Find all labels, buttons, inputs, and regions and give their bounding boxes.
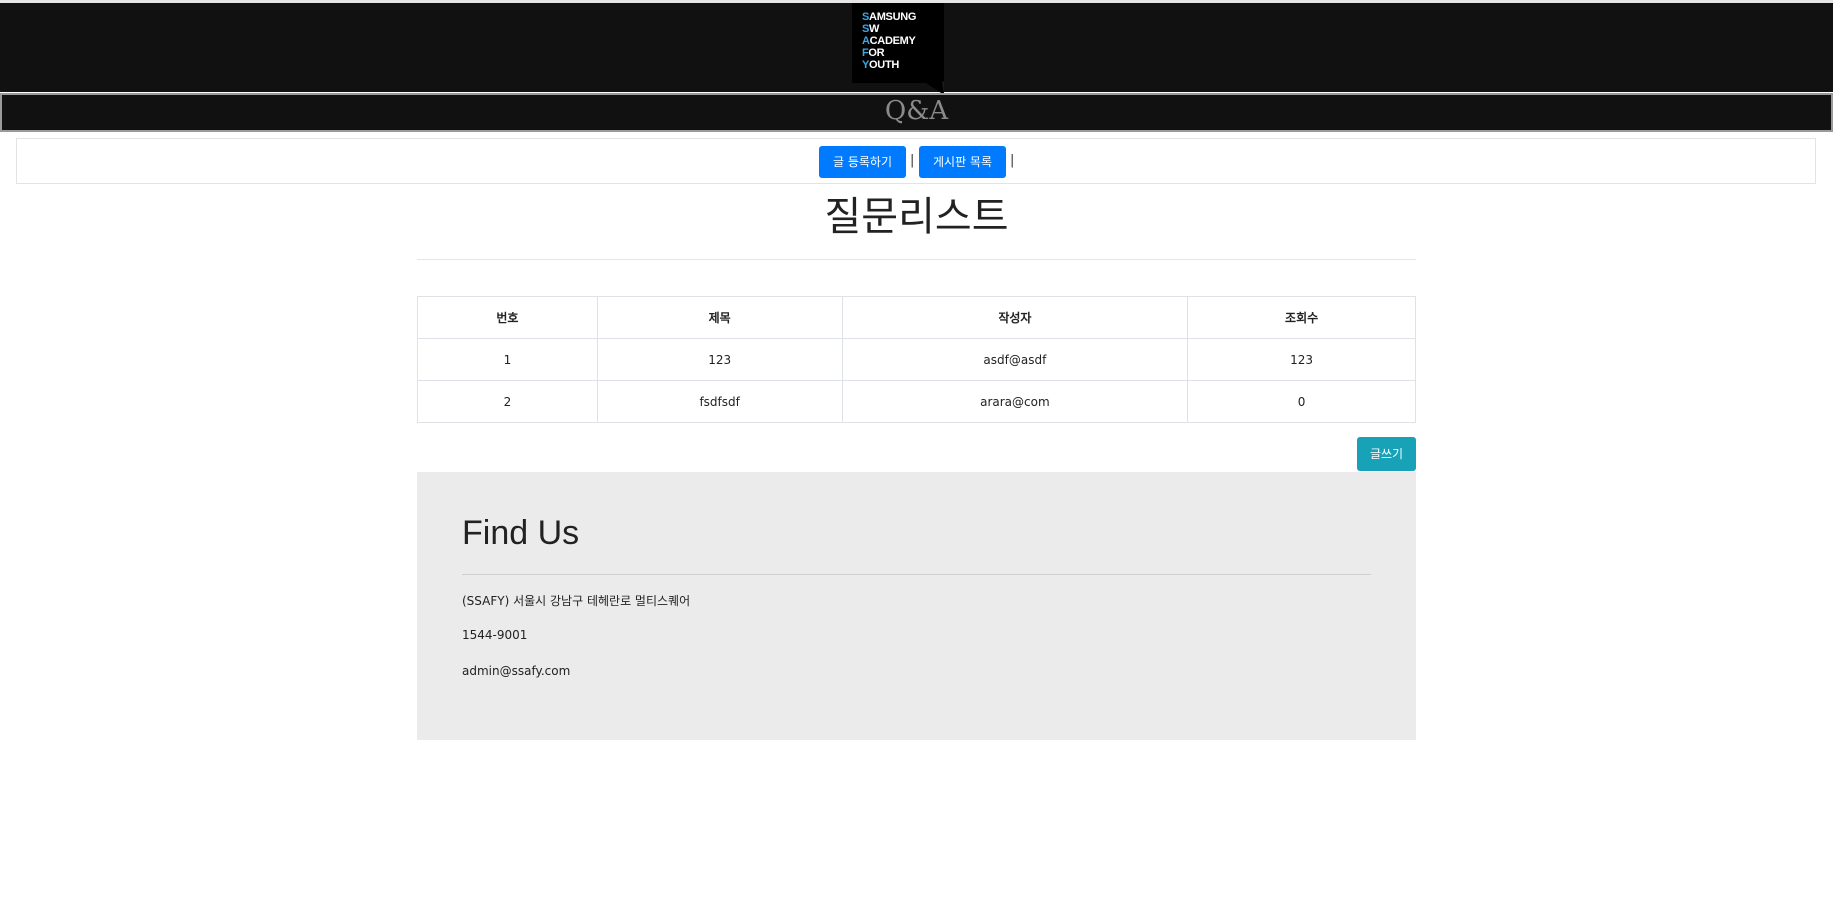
footer: Find Us (SSAFY) 서울시 강남구 테헤란로 멀티스퀘어 1544-… — [417, 472, 1416, 740]
write-button[interactable]: 글쓰기 — [1357, 437, 1416, 471]
ssafy-logo[interactable]: SAMSUNG SW ACADEMY FOR YOUTH — [852, 3, 944, 95]
logo-text: SAMSUNG SW ACADEMY FOR YOUTH — [862, 11, 917, 71]
cell-title[interactable]: fsdfsdf — [596, 380, 843, 423]
cell-views: 0 — [1187, 380, 1416, 423]
logo-line-1-rest: AMSUNG — [869, 11, 917, 23]
page-title-bar: Q&A — [0, 93, 1833, 132]
cell-number: 2 — [417, 380, 598, 423]
column-header-number: 번호 — [417, 296, 598, 339]
column-header-author: 작성자 — [841, 296, 1189, 339]
footer-email: admin@ssafy.com — [462, 664, 571, 678]
board-nav: 글 등록하기 | 게시판 목록 | — [16, 138, 1816, 184]
site-header: SAMSUNG SW ACADEMY FOR YOUTH — [0, 0, 1833, 95]
question-table: 번호 제목 작성자 조회수 1 123 asdf@asdf 123 2 fsdf… — [417, 296, 1416, 423]
cell-author: arara@com — [841, 380, 1189, 423]
board-list-button[interactable]: 게시판 목록 — [919, 146, 1006, 178]
footer-title: Find Us — [462, 514, 580, 552]
cell-views: 123 — [1187, 338, 1416, 381]
footer-phone: 1544-9001 — [462, 628, 528, 642]
table-row[interactable]: 1 123 asdf@asdf 123 — [417, 338, 1416, 381]
footer-divider — [462, 574, 1371, 575]
cell-number: 1 — [417, 338, 598, 381]
page-title: Q&A — [884, 96, 949, 126]
nav-separator: | — [910, 153, 915, 168]
heading-divider — [417, 259, 1416, 260]
cell-title[interactable]: 123 — [596, 338, 843, 381]
table-row[interactable]: 2 fsdfsdf arara@com 0 — [417, 380, 1416, 423]
question-list-heading: 질문리스트 — [824, 194, 1009, 240]
cell-author: asdf@asdf — [841, 338, 1189, 381]
register-post-button[interactable]: 글 등록하기 — [819, 146, 906, 178]
column-header-views: 조회수 — [1187, 296, 1416, 339]
column-header-title: 제목 — [596, 296, 843, 339]
table-header-row: 번호 제목 작성자 조회수 — [417, 296, 1416, 339]
nav-separator: | — [1010, 153, 1015, 168]
footer-address: (SSAFY) 서울시 강남구 테헤란로 멀티스퀘어 — [462, 594, 691, 608]
